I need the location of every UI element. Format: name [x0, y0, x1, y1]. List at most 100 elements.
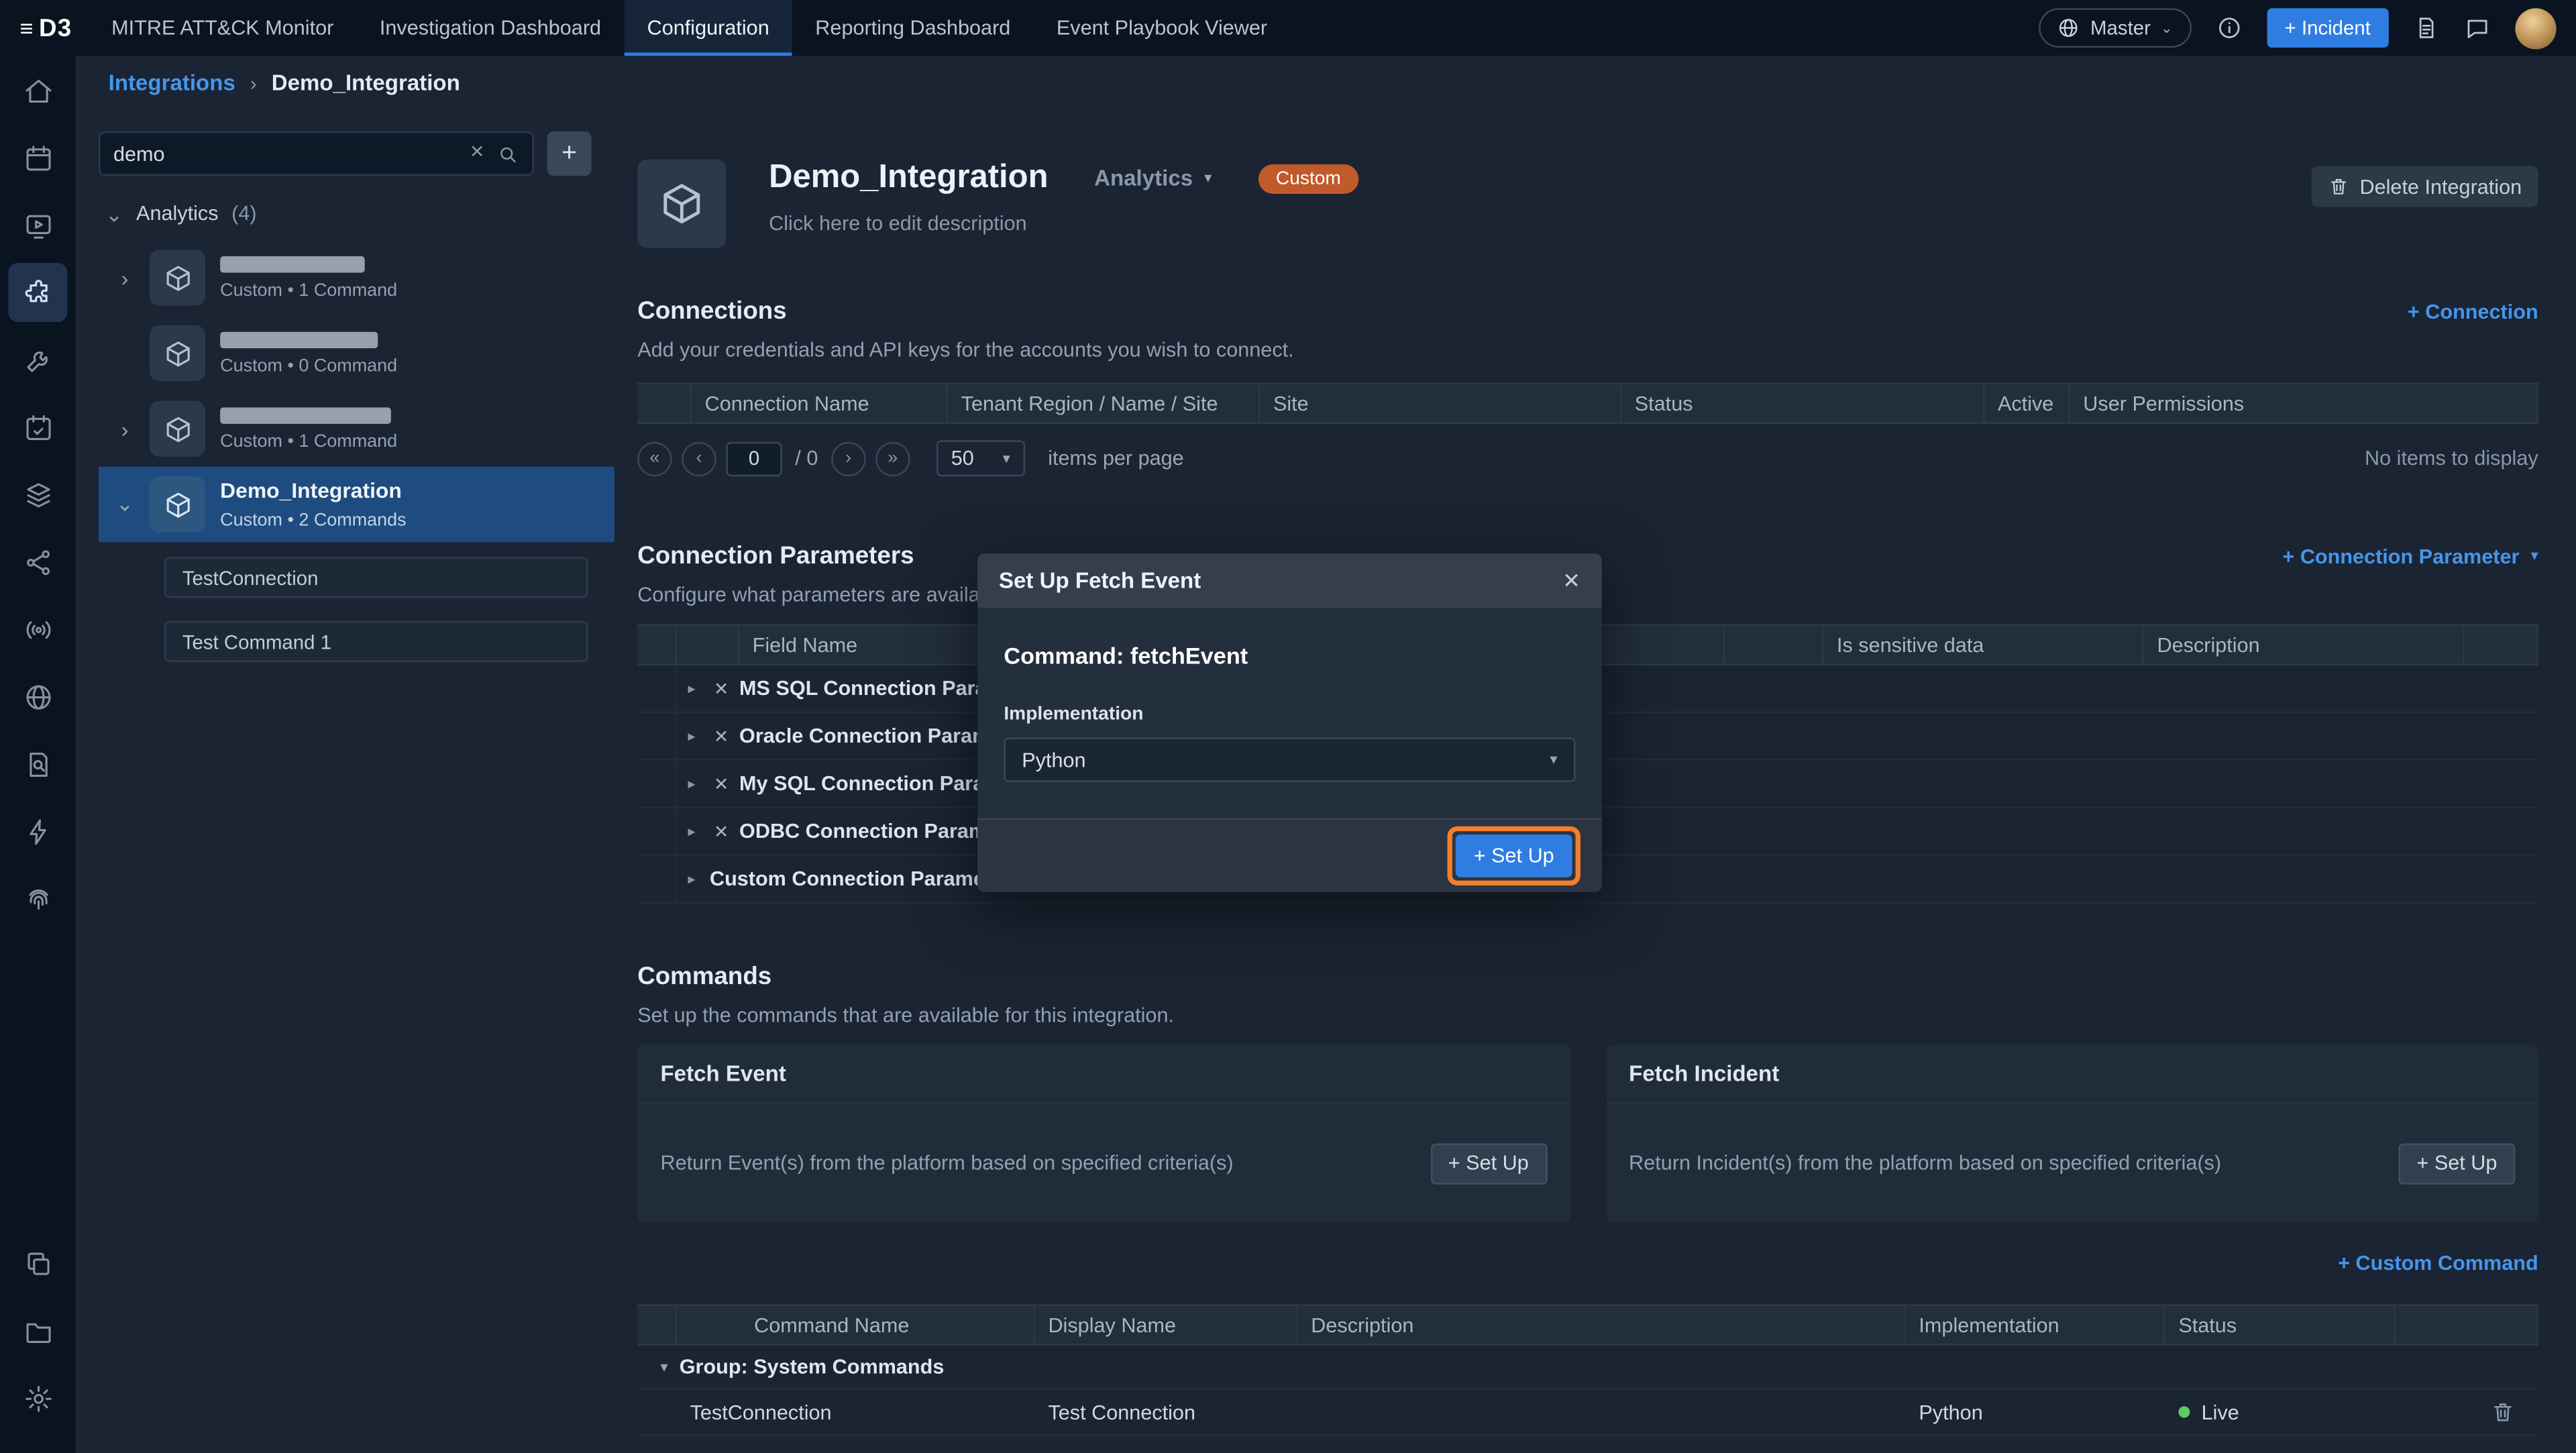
implementation-select[interactable]: Python ▾ [1004, 738, 1575, 782]
chat-icon[interactable] [2464, 15, 2490, 41]
edit-description-placeholder[interactable]: Click here to edit description [769, 212, 1359, 235]
commands-section: Commands Set up the commands that are av… [637, 963, 2538, 1436]
page-number-input[interactable] [726, 441, 782, 476]
menu-item-configuration[interactable]: Configuration [624, 0, 792, 56]
remove-icon[interactable]: ✕ [706, 820, 736, 842]
integration-list-item[interactable]: Custom • 0 Command [99, 315, 614, 391]
rail-utilities-icon[interactable] [8, 330, 67, 389]
menu-item-investigation-dashboard[interactable]: Investigation Dashboard [357, 0, 625, 56]
setup-fetch-event-modal: Set Up Fetch Event ✕ Command: fetchEvent… [977, 553, 1602, 892]
delete-command-cell [2396, 1400, 2538, 1425]
delete-integration-button[interactable]: Delete Integration [2312, 166, 2538, 207]
rail-integrations-icon[interactable] [8, 263, 67, 322]
add-connection-link[interactable]: + Connection [2408, 300, 2538, 323]
logo-bars-icon: ≡ [19, 15, 34, 41]
add-custom-command-link[interactable]: + Custom Command [2338, 1252, 2538, 1278]
search-input[interactable] [113, 142, 458, 165]
breadcrumb-integrations-link[interactable]: Integrations [109, 70, 235, 95]
integration-type-dropdown[interactable]: Analytics ▾ [1094, 166, 1212, 191]
redacted-integration-name [220, 256, 365, 272]
child-item-testconnection[interactable]: TestConnection [164, 557, 588, 598]
rail-connections-icon[interactable] [8, 532, 67, 591]
col-tenant-region: Tenant Region / Name / Site [948, 384, 1260, 422]
report-document-icon[interactable] [2414, 15, 2440, 41]
expand-icon[interactable]: ▸ [677, 680, 706, 698]
close-icon[interactable]: ✕ [1562, 570, 1580, 592]
expand-icon[interactable]: ▸ [677, 822, 706, 841]
integration-name: Demo_Integration [220, 478, 406, 503]
page-total: / 0 [795, 447, 818, 470]
chevron-right-icon[interactable]: › [115, 417, 134, 441]
fetch-event-setup-button[interactable]: + Set Up [1430, 1142, 1547, 1183]
add-connection-parameter-label: + Connection Parameter [2282, 545, 2519, 568]
command-group-label: Group: System Commands [680, 1355, 945, 1378]
fetch-event-card: Fetch Event Return Event(s) from the pla… [637, 1045, 1570, 1222]
col-hidden [1725, 626, 1823, 663]
page-size-value: 50 [951, 447, 974, 470]
col-actions [2464, 626, 2538, 663]
integration-list-item[interactable]: › Custom • 1 Command [99, 240, 614, 316]
caret-down-icon: ▾ [1550, 753, 1558, 767]
status-cell: Live [2165, 1401, 2396, 1423]
clear-search-icon[interactable]: ✕ [470, 145, 485, 163]
integration-search-box: ✕ [99, 131, 534, 176]
globe-icon [2057, 16, 2080, 39]
expand-icon[interactable]: ▸ [677, 870, 706, 888]
user-avatar[interactable] [2515, 7, 2556, 48]
modal-setup-button[interactable]: + Set Up [1456, 835, 1572, 877]
integration-list-item-selected[interactable]: ⌄ Demo_Integration Custom • 2 Commands [99, 467, 614, 543]
rail-playbooks-icon[interactable] [8, 195, 67, 254]
expand-icon[interactable]: ▸ [677, 775, 706, 793]
next-page-button[interactable]: › [831, 441, 865, 476]
rail-settings-icon[interactable] [8, 1368, 67, 1428]
rail-data-stack-icon[interactable] [8, 465, 67, 524]
integration-cube-icon [637, 160, 726, 248]
rail-reports-icon[interactable] [8, 735, 67, 794]
topbar-right-cluster: Master ⌄ + Incident [2039, 7, 2556, 48]
expand-icon[interactable]: ▸ [677, 727, 706, 745]
fetch-incident-setup-button[interactable]: + Set Up [2399, 1142, 2516, 1183]
prev-page-button[interactable]: ‹ [682, 441, 716, 476]
d3-logo[interactable]: ≡ D3 [19, 14, 72, 42]
rail-calendar-icon[interactable] [8, 128, 67, 187]
breadcrumb: Integrations › Demo_Integration [76, 56, 2576, 110]
info-icon[interactable] [2216, 15, 2242, 41]
rail-automation-icon[interactable] [8, 802, 67, 861]
menu-item-reporting-dashboard[interactable]: Reporting Dashboard [792, 0, 1034, 56]
add-connection-parameter-link[interactable]: + Connection Parameter ▾ [2282, 545, 2538, 568]
rail-schedule-icon[interactable] [8, 398, 67, 457]
menu-item-mitre-attck-monitor[interactable]: MITRE ATT&CK Monitor [89, 0, 357, 56]
integration-list-item[interactable]: › Custom • 1 Command [99, 391, 614, 467]
tree-group-analytics[interactable]: ⌄ Analytics (4) [105, 201, 614, 227]
menu-item-event-playbook-viewer[interactable]: Event Playbook Viewer [1034, 0, 1291, 56]
chevron-right-icon[interactable]: › [115, 266, 134, 290]
last-page-button[interactable]: » [875, 441, 910, 476]
trash-icon[interactable] [2491, 1400, 2516, 1425]
rail-signal-icon[interactable] [8, 600, 67, 659]
remove-icon[interactable]: ✕ [706, 725, 736, 747]
remove-icon[interactable]: ✕ [706, 773, 736, 794]
remove-icon[interactable]: ✕ [706, 678, 736, 699]
child-item-test-command-1[interactable]: Test Command 1 [164, 621, 588, 662]
collapse-icon[interactable]: ▾ [660, 1360, 667, 1375]
add-incident-button[interactable]: + Incident [2267, 8, 2389, 48]
chevron-down-icon[interactable]: ⌄ [115, 491, 134, 517]
rail-web-icon[interactable] [8, 667, 67, 726]
col-active: Active [1984, 384, 2070, 422]
items-per-page-label: items per page [1048, 447, 1184, 470]
page-size-select[interactable]: 50 ▾ [936, 440, 1025, 476]
command-group-row: ▾ Group: System Commands [637, 1346, 2538, 1390]
col-user-permissions: User Permissions [2070, 384, 2538, 422]
rail-identity-icon[interactable] [8, 869, 67, 928]
search-icon[interactable] [496, 142, 519, 165]
rail-home-icon[interactable] [8, 61, 67, 120]
first-page-button[interactable]: « [637, 441, 672, 476]
rail-windows-icon[interactable] [8, 1234, 67, 1293]
add-integration-button[interactable]: + [547, 131, 592, 176]
rail-files-icon[interactable] [8, 1301, 67, 1360]
caret-down-icon: ▾ [2531, 549, 2538, 563]
breadcrumb-current: Demo_Integration [272, 70, 460, 95]
col-implementation: Implementation [1906, 1306, 2165, 1344]
tenant-selector[interactable]: Master ⌄ [2039, 8, 2191, 48]
integration-meta: Custom • 2 Commands [220, 511, 406, 531]
